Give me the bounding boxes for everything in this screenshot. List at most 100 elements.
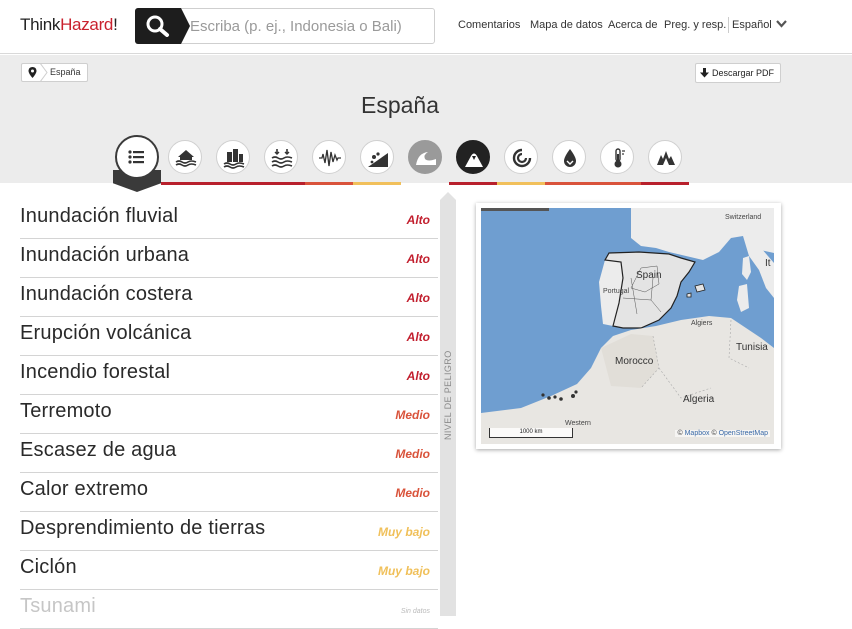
hazard-level: Alto [406,330,430,344]
hazard-row-water-scarcity[interactable]: Escasez de agua Medio [20,434,438,473]
tab-coastal-flood[interactable] [264,140,298,174]
hazard-level: Alto [406,291,430,305]
map-label-spain: Spain [636,270,662,281]
search-box [135,8,435,44]
tab-tsunami[interactable] [408,140,442,174]
urban-flood-icon [223,149,245,169]
page-title: España [360,92,439,118]
hazard-row-volcano[interactable]: Erupción volcánica Alto [20,317,438,356]
country-map[interactable]: Switzerland It Spain Portugal Algiers Mo… [481,208,774,444]
hazard-level-label: NIVEL DE PELIGRO [443,350,453,440]
hazard-row-river-flood[interactable]: Inundación fluvial Alto [20,200,438,239]
map-label-algiers: Algiers [691,320,713,327]
river-flood-icon [175,150,197,167]
map-label-italy: It [765,258,771,269]
cyclone-icon [512,148,532,168]
hazard-level: Alto [406,369,430,383]
landslide-icon [368,152,388,167]
hazard-name: Incendio forestal [20,361,171,383]
level-underline-very-low [497,182,545,185]
hazard-name: Inundación fluvial [20,205,179,227]
coastal-flood-icon [271,149,293,168]
map-scale-bar: 1000 km [489,428,573,438]
level-underline-medium [545,182,641,185]
hazard-level: Medio [395,486,430,500]
tab-overview[interactable] [115,135,159,179]
download-pdf-label: Descargar PDF [712,68,775,78]
hazard-name: Tsunami [20,595,96,617]
hazard-name: Inundación costera [20,283,193,305]
tab-cyclone[interactable] [504,140,538,174]
map-label-portugal: Portugal [603,288,630,295]
tsunami-icon [416,152,436,165]
chevron-down-icon[interactable] [776,20,787,28]
hazard-row-wildfire[interactable]: Incendio forestal Alto [20,356,438,395]
download-pdf-button[interactable]: Descargar PDF [695,63,781,83]
mapbox-link[interactable]: Mapbox [685,430,710,437]
extreme-heat-icon [614,148,625,168]
tab-urban-flood[interactable] [216,140,250,174]
tab-volcano[interactable] [456,140,490,174]
nav-data-map-link[interactable]: Mapa de datos [530,19,603,31]
location-pin-icon [28,67,37,78]
tab-water-scarcity[interactable] [552,140,586,174]
hazard-level: Muy bajo [377,564,430,578]
nav-feedback-link[interactable]: Comentarios [458,19,520,31]
hazard-name: Calor extremo [20,478,149,500]
hazard-row-urban-flood[interactable]: Inundación urbana Alto [20,239,438,278]
breadcrumb[interactable]: España [21,63,88,82]
hazard-level: Alto [406,213,430,227]
hazard-row-extreme-heat[interactable]: Calor extremo Medio [20,473,438,512]
breadcrumb-country[interactable]: España [50,67,81,77]
level-underline-very-low [353,182,401,185]
level-underline-high [641,182,689,185]
hazard-name: Ciclón [20,556,77,578]
nav-divider [728,17,729,33]
hazard-list: Inundación fluvial Alto Inundación urbana… [20,200,438,629]
map-label-morocco: Morocco [615,356,654,367]
search-icon [146,15,169,37]
hazard-name: Escasez de agua [20,439,177,461]
hazard-name: Desprendimiento de tierras [20,517,266,539]
hazard-icon-strip [0,130,852,192]
earthquake-icon [319,149,341,167]
tab-river-flood[interactable] [168,140,202,174]
level-underline-high [449,182,497,185]
nav-faq-link[interactable]: Preg. y resp. [664,19,726,31]
hazard-row-earthquake[interactable]: Terremoto Medio [20,395,438,434]
hazard-level: Alto [406,252,430,266]
water-scarcity-icon [564,149,576,167]
search-input[interactable] [190,15,425,37]
hazard-level: Sin datos [400,608,430,615]
map-frame: Switzerland It Spain Portugal Algiers Mo… [476,203,781,449]
map-label-switzerland: Switzerland [725,214,762,221]
volcano-icon [465,153,483,167]
language-selector[interactable]: Español [732,19,772,31]
map-attribution: © Mapbox © OpenStreetMap [675,430,770,437]
hazard-name: Terremoto [20,400,112,422]
hazard-name: Inundación urbana [20,244,190,266]
hazard-row-tsunami[interactable]: Tsunami Sin datos [20,590,438,629]
hazard-row-landslide[interactable]: Desprendimiento de tierras Muy bajo [20,512,438,551]
breadcrumb-separator-icon [40,63,48,82]
level-underline-medium [305,182,353,185]
wildfire-icon [657,151,675,165]
map-label-western: Western [565,420,591,427]
hazard-name: Erupción volcánica [20,322,192,344]
thinkhazard-logo[interactable]: ThinkHazard! [20,15,118,35]
tab-wildfire[interactable] [648,140,682,174]
openstreetmap-link[interactable]: OpenStreetMap [719,430,768,437]
hazard-level: Medio [395,408,430,422]
map-label-tunisia: Tunisia [736,342,768,353]
map-geography [481,208,774,444]
hazard-row-coastal-flood[interactable]: Inundación costera Alto [20,278,438,317]
hazard-row-cyclone[interactable]: Ciclón Muy bajo [20,551,438,590]
download-icon [700,68,709,78]
hazard-level: Muy bajo [377,525,430,539]
search-button[interactable] [135,8,190,44]
tab-landslide[interactable] [360,140,394,174]
tab-extreme-heat[interactable] [600,140,634,174]
nav-about-link[interactable]: Acerca de [608,19,658,31]
map-label-algeria: Algeria [683,394,715,405]
tab-earthquake[interactable] [312,140,346,174]
